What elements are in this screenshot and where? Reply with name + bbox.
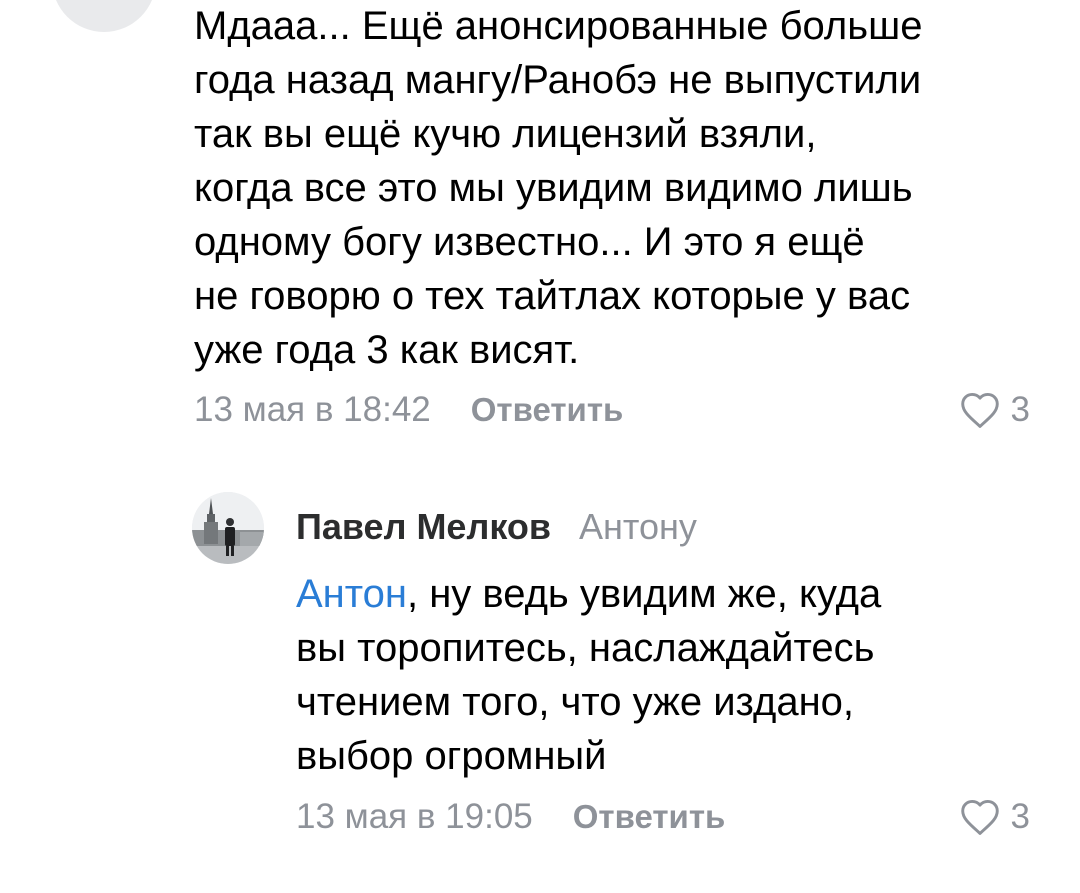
reply-button[interactable]: Ответить [471, 391, 624, 429]
comment-date: 13 мая в 18:42 [194, 390, 431, 429]
comment-text: Мдааа... Ещё анонсированные больше года … [194, 4, 923, 372]
heart-icon [959, 391, 1001, 429]
comment-meta: 13 мая в 19:05 Ответить [296, 792, 725, 842]
author-name[interactable]: Павел Мелков [296, 506, 551, 548]
comment-meta: 13 мая в 18:42 Ответить [194, 385, 623, 435]
reply-to-link[interactable]: Антону [579, 506, 697, 548]
reply-button[interactable]: Ответить [573, 798, 726, 836]
avatar[interactable] [52, 0, 156, 32]
avatar[interactable] [192, 492, 264, 564]
heart-icon [959, 798, 1001, 836]
comment-date: 13 мая в 19:05 [296, 797, 533, 836]
like-count: 3 [1010, 797, 1030, 836]
avatar-photo [192, 492, 264, 564]
like-button[interactable]: 3 [959, 385, 1030, 435]
like-button[interactable]: 3 [959, 792, 1030, 842]
comment-text: Антон, ну ведь увидим же, куда вы торопи… [296, 567, 1036, 783]
mention-link[interactable]: Антон [296, 572, 407, 616]
comment-header: Павел Мелков Антону [296, 500, 697, 554]
like-count: 3 [1010, 390, 1030, 429]
